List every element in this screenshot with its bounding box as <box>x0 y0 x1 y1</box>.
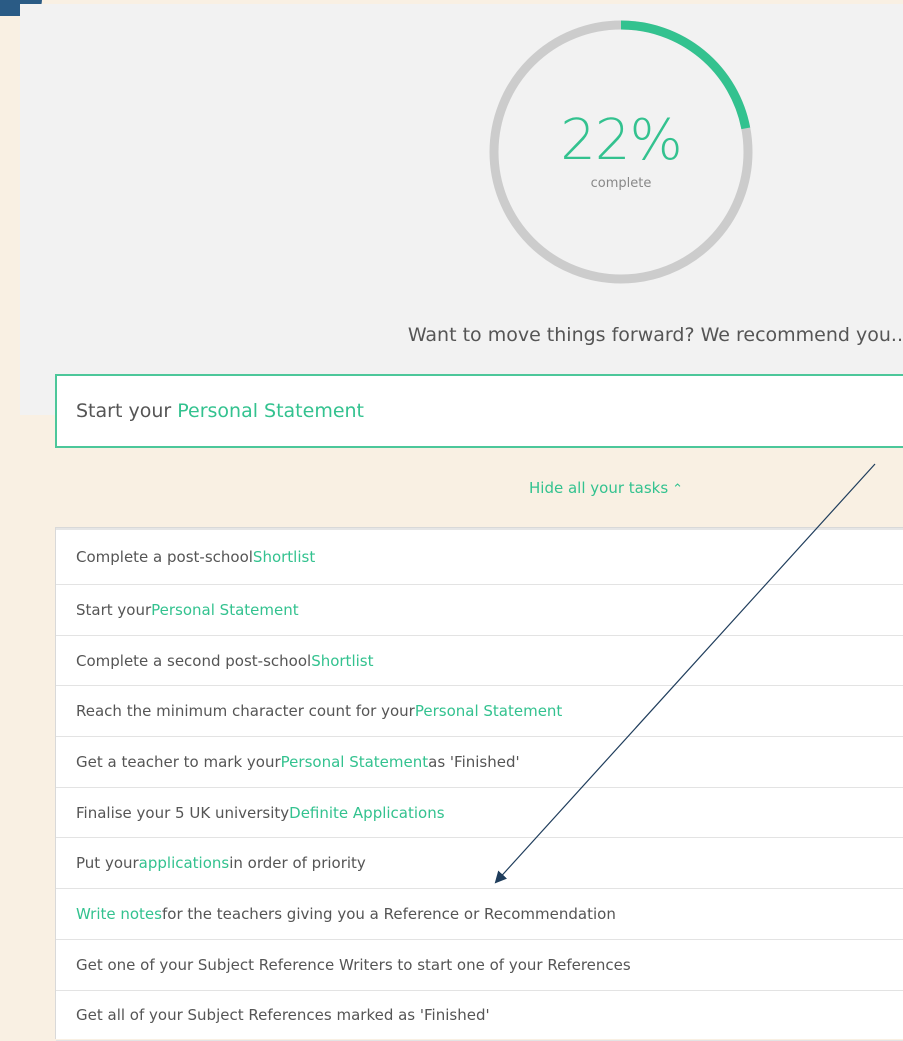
task-text: Reach the minimum character count for yo… <box>76 702 415 720</box>
task-text: Complete a second post-school <box>76 652 311 670</box>
task-text: Put your <box>76 854 139 872</box>
task-row: Complete a second post-school Shortlist <box>56 636 903 687</box>
recommended-task-text: Start your Personal Statement <box>76 400 364 422</box>
task-row: Start your Personal Statement <box>56 585 903 636</box>
task-row: Finalise your 5 UK university Definite A… <box>56 788 903 839</box>
progress-percent: 22% <box>489 108 753 173</box>
progress-readout: 22% complete <box>489 20 753 284</box>
task-row: Put your applications in order of priori… <box>56 838 903 889</box>
task-text: in order of priority <box>229 854 366 872</box>
task-row: Get all of your Subject References marke… <box>56 991 903 1041</box>
task-text: Get all of your Subject References marke… <box>76 1006 490 1024</box>
hide-tasks-label: Hide all your tasks <box>529 479 668 497</box>
hide-tasks-toggle[interactable]: Hide all your tasks ⌃ <box>529 479 683 497</box>
task-link[interactable]: applications <box>139 854 230 872</box>
recommended-task-link[interactable]: Personal Statement <box>177 400 364 422</box>
task-link[interactable]: Personal Statement <box>415 702 562 720</box>
task-list: Complete a post-school ShortlistStart yo… <box>55 527 903 1039</box>
task-link[interactable]: Shortlist <box>311 652 373 670</box>
task-text: Finalise your 5 UK university <box>76 804 289 822</box>
task-row: Reach the minimum character count for yo… <box>56 686 903 737</box>
task-text: Start your <box>76 601 151 619</box>
task-text: for the teachers giving you a Reference … <box>162 905 616 923</box>
task-link[interactable]: Write notes <box>76 905 162 923</box>
recommended-task-prefix: Start your <box>76 400 177 422</box>
task-row: Get one of your Subject Reference Writer… <box>56 940 903 991</box>
task-link[interactable]: Personal Statement <box>281 753 428 771</box>
task-link[interactable]: Definite Applications <box>289 804 444 822</box>
task-row: Complete a post-school Shortlist <box>56 528 903 585</box>
task-row: Write notes for the teachers giving you … <box>56 889 903 940</box>
recommendation-prompt: Want to move things forward? We recommen… <box>408 324 903 346</box>
task-text: Complete a post-school <box>76 548 253 566</box>
recommended-task-card[interactable]: Start your Personal Statement <box>55 374 903 448</box>
task-text: as 'Finished' <box>428 753 519 771</box>
task-text: Get one of your Subject Reference Writer… <box>76 956 631 974</box>
progress-panel: Want to move things forward? We recommen… <box>20 4 903 415</box>
task-link[interactable]: Shortlist <box>253 548 315 566</box>
chevron-up-icon: ⌃ <box>672 482 683 497</box>
task-row: Get a teacher to mark your Personal Stat… <box>56 737 903 788</box>
task-text: Get a teacher to mark your <box>76 753 281 771</box>
progress-label: complete <box>489 176 753 191</box>
task-link[interactable]: Personal Statement <box>151 601 298 619</box>
